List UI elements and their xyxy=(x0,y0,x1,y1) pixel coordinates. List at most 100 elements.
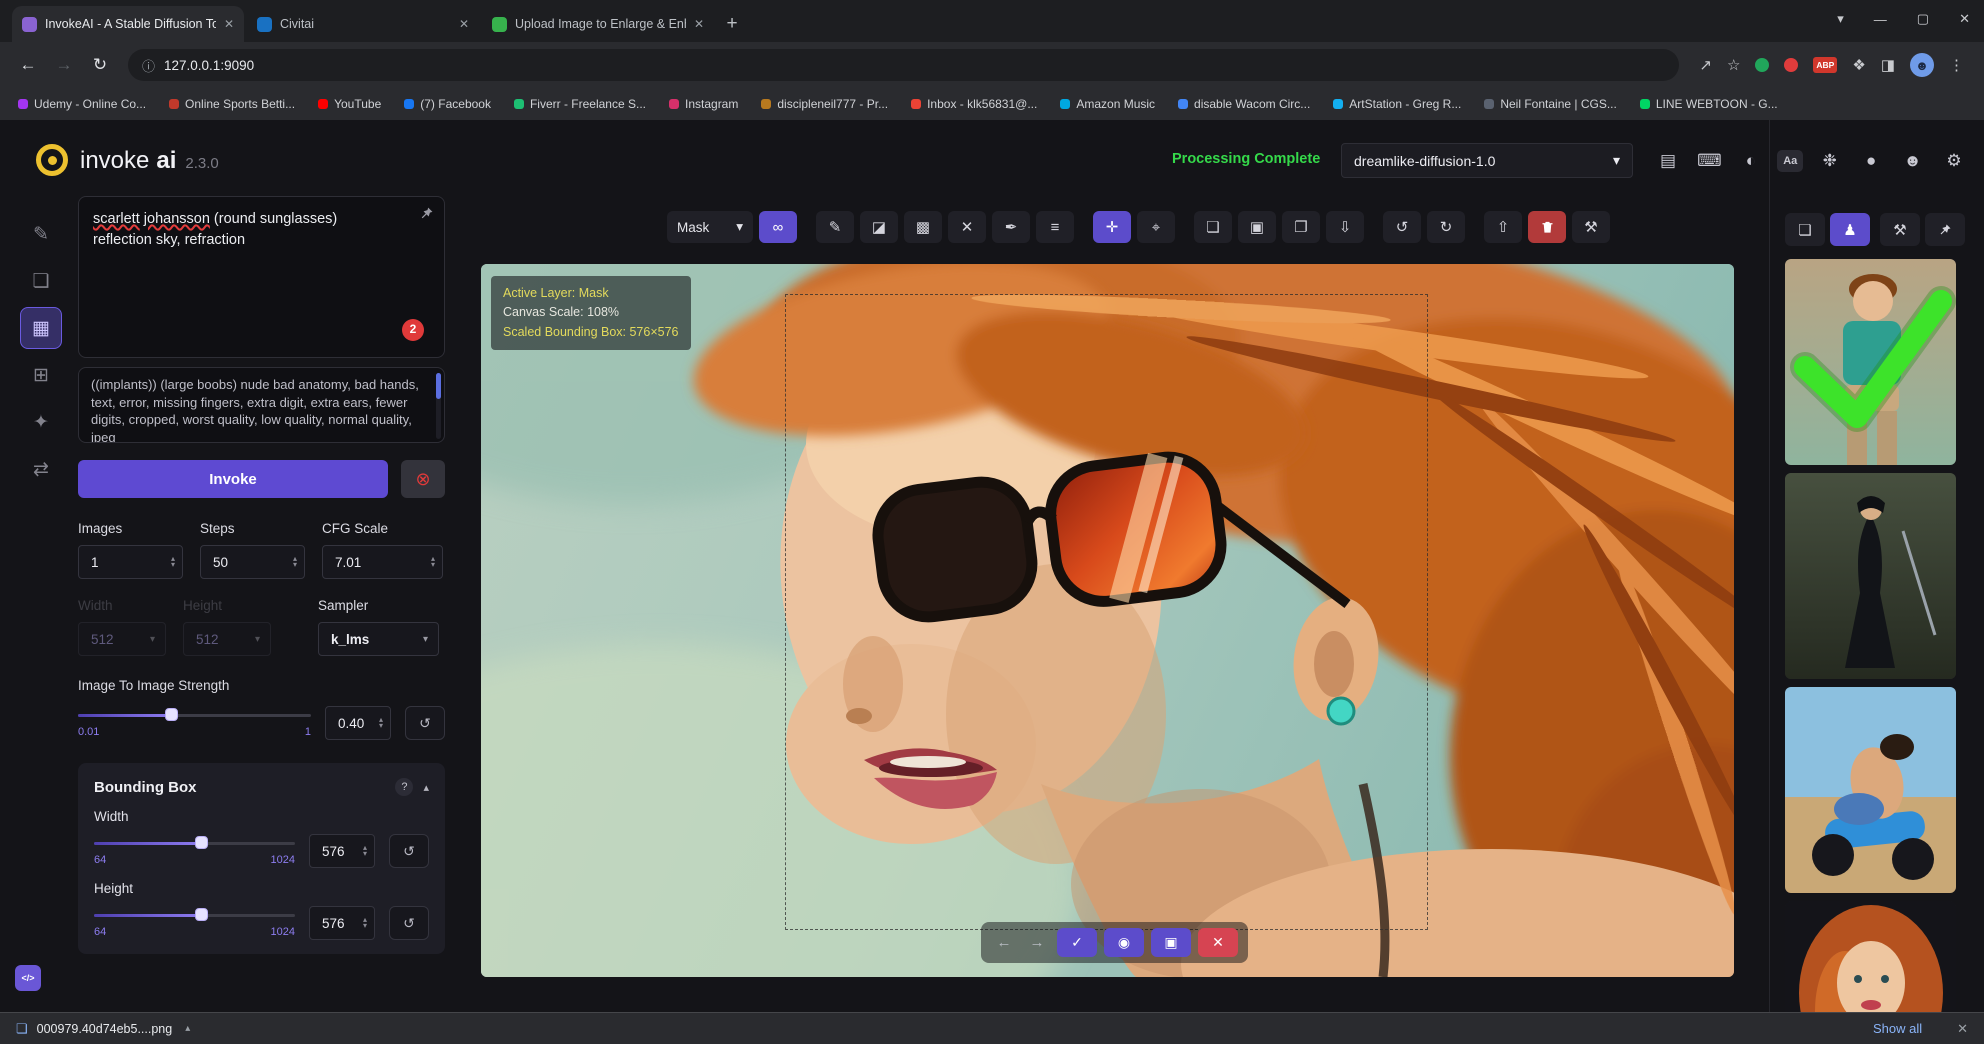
side-panel-icon[interactable]: ◨ xyxy=(1881,56,1895,74)
stepper-down-icon[interactable]: ▾ xyxy=(293,562,297,568)
unified-canvas[interactable]: Active Layer: Mask Canvas Scale: 108% Sc… xyxy=(481,264,1734,977)
console-toggle-button[interactable]: </> xyxy=(15,965,41,991)
tab-close-icon[interactable]: ✕ xyxy=(459,17,469,31)
previous-image-button[interactable]: ← xyxy=(991,934,1017,951)
gallery-thumbnail[interactable] xyxy=(1785,473,1956,679)
download-filename[interactable]: 000979.40d74eb5....png xyxy=(37,1022,173,1036)
stepper-arrows[interactable]: ▴▾ xyxy=(363,845,367,858)
next-image-button[interactable]: → xyxy=(1024,934,1050,951)
bookmark-instagram[interactable]: Instagram xyxy=(669,97,738,111)
stepper-down-icon[interactable]: ▾ xyxy=(363,923,367,929)
stepper-down-icon[interactable]: ▾ xyxy=(379,723,383,729)
accept-image-button[interactable]: ✓ xyxy=(1057,928,1097,957)
model-select[interactable]: dreamlike-diffusion-1.0 ▾ xyxy=(1341,143,1633,178)
stepper-arrows[interactable]: ▴▾ xyxy=(363,917,367,930)
bookmark-inbox[interactable]: Inbox - klk56831@... xyxy=(911,97,1037,111)
gallery-thumbnail-selected[interactable] xyxy=(1785,259,1956,465)
close-button[interactable]: ✕ xyxy=(1959,11,1970,27)
brush-tool-button[interactable]: ✎ xyxy=(816,211,854,243)
extension-red-icon[interactable] xyxy=(1784,58,1798,72)
steps-stepper[interactable]: 50 ▴▾ xyxy=(200,545,305,579)
reset-view-button[interactable]: ⌖ xyxy=(1137,211,1175,243)
scrollbar-thumb[interactable] xyxy=(436,373,441,399)
tab-image-to-image[interactable]: ❏ xyxy=(20,260,62,302)
bounding-box-header[interactable]: Bounding Box ? ▴ xyxy=(94,778,429,796)
brush-options-button[interactable]: ≡ xyxy=(1036,211,1074,243)
eraser-tool-button[interactable]: ◪ xyxy=(860,211,898,243)
invoke-button[interactable]: Invoke xyxy=(78,460,388,498)
fill-bounding-box-button[interactable]: ▩ xyxy=(904,211,942,243)
model-manager-icon[interactable]: ▤ xyxy=(1653,146,1683,176)
bookmark-wacom[interactable]: disable Wacom Circ... xyxy=(1178,97,1310,111)
save-to-gallery-button[interactable]: ▣ xyxy=(1238,211,1276,243)
bbox-width-slider[interactable] xyxy=(94,836,295,850)
show-hide-button[interactable]: ◉ xyxy=(1104,928,1144,957)
bbox-height-stepper[interactable]: 576 ▴▾ xyxy=(309,906,375,940)
clear-mask-button[interactable]: ✕ xyxy=(948,211,986,243)
bookmark-artstation[interactable]: ArtStation - Greg R... xyxy=(1333,97,1461,111)
discard-staging-button[interactable]: ✕ xyxy=(1198,928,1238,957)
negative-prompt-input[interactable]: ((implants)) (large boobs) nude bad anat… xyxy=(78,367,445,443)
stepper-down-icon[interactable]: ▾ xyxy=(363,851,367,857)
save-staging-button[interactable]: ▣ xyxy=(1151,928,1191,957)
new-tab-button[interactable]: + xyxy=(717,9,747,39)
shelf-close-icon[interactable]: ✕ xyxy=(1957,1021,1968,1037)
stepper-down-icon[interactable]: ▾ xyxy=(431,562,435,568)
slider-thumb[interactable] xyxy=(165,708,178,721)
move-tool-button[interactable]: ✛ xyxy=(1093,211,1131,243)
stepper-down-icon[interactable]: ▾ xyxy=(171,562,175,568)
cancel-button[interactable]: ⊗ xyxy=(401,460,445,498)
bbox-width-reset-button[interactable]: ↺ xyxy=(389,834,429,868)
forward-button[interactable]: → xyxy=(48,49,80,81)
strength-reset-button[interactable]: ↺ xyxy=(405,706,445,740)
minimize-button[interactable]: — xyxy=(1874,12,1887,27)
bookmark-discipleneil[interactable]: discipleneil777 - Pr... xyxy=(761,97,888,111)
extensions-puzzle-icon[interactable]: ❖ xyxy=(1852,56,1865,74)
adblock-plus-icon[interactable]: ABP xyxy=(1813,57,1837,73)
slider-thumb[interactable] xyxy=(195,836,208,849)
bbox-height-reset-button[interactable]: ↺ xyxy=(389,906,429,940)
width-select[interactable]: 512 ▾ xyxy=(78,622,166,656)
profile-avatar[interactable]: ☻ xyxy=(1910,53,1934,77)
height-select[interactable]: 512 ▾ xyxy=(183,622,271,656)
extension-green-icon[interactable] xyxy=(1755,58,1769,72)
pin-icon[interactable] xyxy=(419,206,434,228)
images-stepper[interactable]: 1 ▴▾ xyxy=(78,545,183,579)
gallery-person-button[interactable]: ♟ xyxy=(1830,213,1870,246)
strength-slider[interactable] xyxy=(78,708,311,722)
clear-canvas-button[interactable] xyxy=(1528,211,1566,243)
preserve-mask-button[interactable]: ∞ xyxy=(759,211,797,243)
collapse-chevron-icon[interactable]: ▴ xyxy=(423,781,429,794)
download-caret-icon[interactable]: ▴ xyxy=(185,1023,190,1034)
tab-unified-canvas[interactable]: ▦ xyxy=(20,307,62,349)
gallery-pin-button[interactable] xyxy=(1925,213,1965,246)
bookmark-fiverr[interactable]: Fiverr - Freelance S... xyxy=(514,97,646,111)
bookmark-facebook[interactable]: (7) Facebook xyxy=(404,97,491,111)
stepper-arrows[interactable]: ▴▾ xyxy=(293,556,297,569)
tab-post-processing[interactable]: ✦ xyxy=(20,401,62,443)
bookmark-neil-fontaine[interactable]: Neil Fontaine | CGS... xyxy=(1484,97,1617,111)
download-image-button[interactable]: ⇩ xyxy=(1326,211,1364,243)
strength-stepper[interactable]: 0.40 ▴▾ xyxy=(325,706,391,740)
address-bar[interactable]: ⓘ 127.0.0.1:9090 xyxy=(128,49,1679,81)
bookmark-udemy[interactable]: Udemy - Online Co... xyxy=(18,97,146,111)
theme-icon[interactable]: ◐ xyxy=(1736,146,1766,176)
bookmark-webtoon[interactable]: LINE WEBTOON - G... xyxy=(1640,97,1778,111)
browser-menu-icon[interactable]: ⋮ xyxy=(1949,56,1964,74)
show-all-link[interactable]: Show all xyxy=(1873,1021,1922,1036)
tab-invokeai[interactable]: InvokeAI - A Stable Diffusion Too ✕ xyxy=(12,6,244,42)
gallery-thumbnail[interactable] xyxy=(1785,687,1956,893)
prompt-input[interactable]: scarlett johansson (round sunglasses) re… xyxy=(78,196,445,358)
bbox-width-stepper[interactable]: 576 ▴▾ xyxy=(309,834,375,868)
slider-thumb[interactable] xyxy=(195,908,208,921)
share-icon[interactable]: ↗ xyxy=(1699,56,1712,74)
gallery-images-button[interactable]: ❏ xyxy=(1785,213,1825,246)
bookmark-youtube[interactable]: YouTube xyxy=(318,97,381,111)
copy-to-clipboard-button[interactable]: ❐ xyxy=(1282,211,1320,243)
tab-text-to-image[interactable]: ✎ xyxy=(20,213,62,255)
bounding-box-selection[interactable] xyxy=(785,294,1428,930)
merge-visible-button[interactable]: ❏ xyxy=(1194,211,1232,243)
undo-button[interactable]: ↺ xyxy=(1383,211,1421,243)
stepper-arrows[interactable]: ▴▾ xyxy=(431,556,435,569)
maximize-button[interactable]: ▢ xyxy=(1917,11,1929,27)
